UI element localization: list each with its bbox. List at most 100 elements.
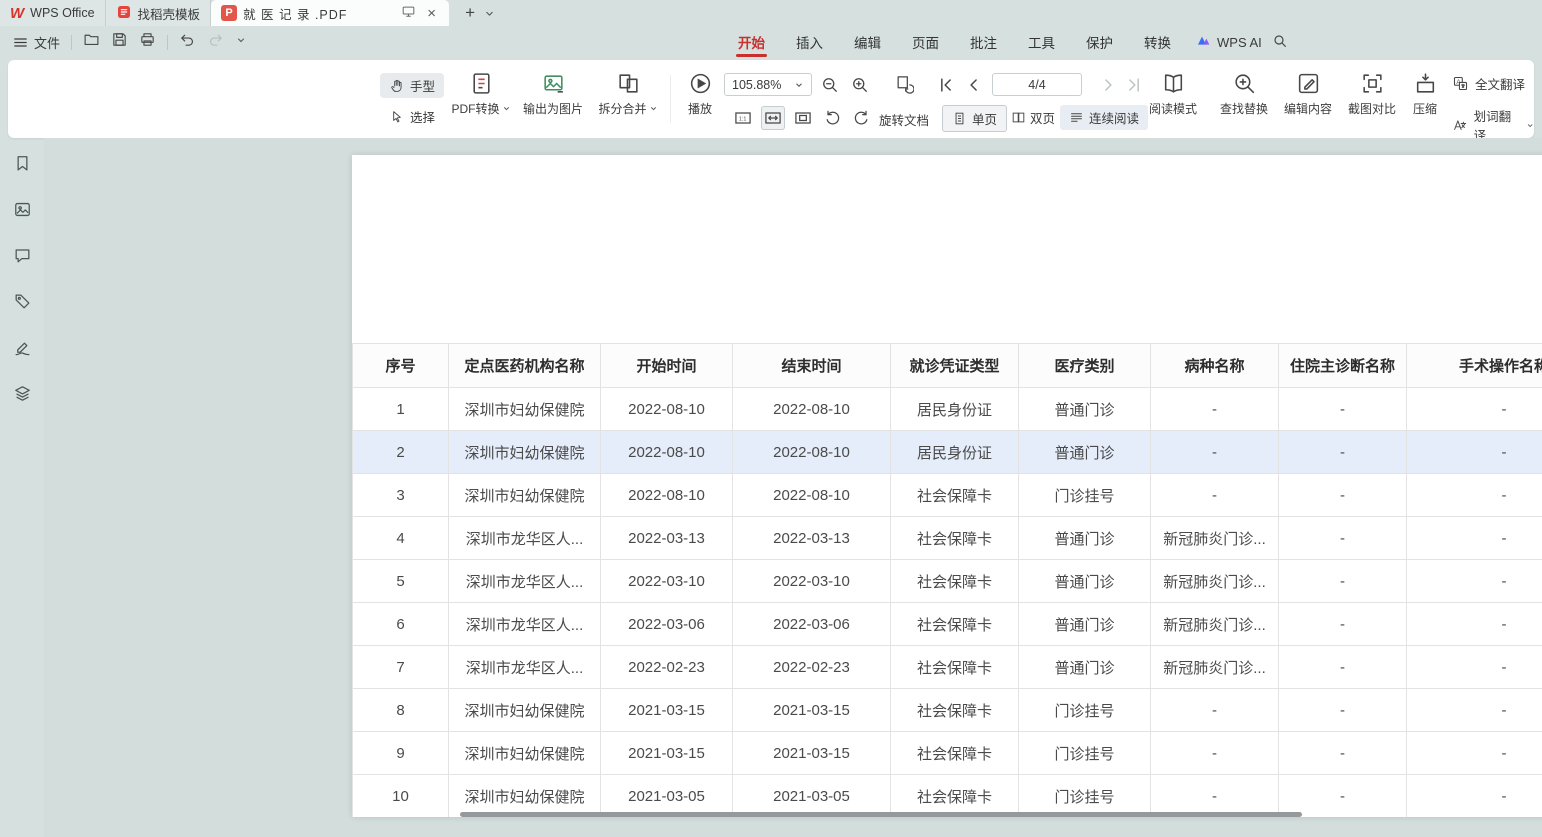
fit-page-refresh-button[interactable] bbox=[892, 72, 916, 96]
table-cell: - bbox=[1407, 474, 1542, 517]
wps-ai-logo-icon bbox=[1196, 34, 1212, 50]
table-cell: 9 bbox=[353, 732, 449, 775]
pdf-convert-label: PDF转换 bbox=[451, 100, 499, 117]
ribbon-tab-convert[interactable]: 转换 bbox=[1144, 26, 1171, 58]
continuous-reading-button[interactable]: 连续阅读 bbox=[1060, 105, 1148, 130]
menu-search-icon[interactable] bbox=[1272, 33, 1288, 54]
table-row: 8深圳市妇幼保健院2021-03-152021-03-15社会保障卡门诊挂号--… bbox=[353, 689, 1542, 732]
undo-icon[interactable] bbox=[179, 31, 196, 53]
ribbon-tab-edit[interactable]: 编辑 bbox=[854, 26, 881, 58]
edit-content-button[interactable]: 编辑内容 bbox=[1278, 71, 1338, 117]
open-folder-icon[interactable] bbox=[83, 31, 100, 53]
ribbon-tab-page[interactable]: 页面 bbox=[912, 26, 939, 58]
table-cell: - bbox=[1407, 775, 1542, 818]
find-replace-button[interactable]: 查找替换 bbox=[1214, 71, 1274, 117]
attachment-tag-icon[interactable] bbox=[13, 292, 32, 316]
compress-button[interactable]: 压缩 bbox=[1402, 71, 1448, 117]
zoom-out-icon bbox=[820, 75, 840, 95]
column-header: 序号 bbox=[353, 344, 449, 388]
table-cell: - bbox=[1279, 431, 1407, 474]
table-cell: 2022-03-06 bbox=[601, 603, 733, 646]
pdf-convert-button[interactable]: PDF转换 bbox=[446, 71, 516, 117]
tab-docer-templates[interactable]: 找稻壳模板 bbox=[106, 0, 212, 26]
redo-icon[interactable] bbox=[207, 31, 224, 53]
screenshot-compare-icon bbox=[1360, 71, 1385, 96]
single-page-button[interactable]: 单页 bbox=[942, 105, 1007, 132]
fit-width-button[interactable] bbox=[761, 106, 785, 130]
export-image-button[interactable]: 输出为图片 bbox=[514, 71, 592, 117]
table-cell: 2021-03-15 bbox=[601, 732, 733, 775]
comment-icon[interactable] bbox=[13, 246, 32, 270]
monitor-icon[interactable] bbox=[401, 4, 416, 22]
split-merge-button[interactable]: 拆分合并 bbox=[590, 71, 666, 117]
table-row: 3深圳市妇幼保健院2022-08-102022-08-10社会保障卡门诊挂号--… bbox=[353, 474, 1542, 517]
table-cell: - bbox=[1407, 732, 1542, 775]
ribbon-tab-tools[interactable]: 工具 bbox=[1028, 26, 1055, 58]
first-page-button[interactable] bbox=[934, 73, 958, 97]
export-image-label: 输出为图片 bbox=[523, 100, 583, 117]
zoom-select[interactable]: 105.88% bbox=[724, 73, 812, 96]
zoom-in-button[interactable] bbox=[848, 73, 872, 97]
tab-list-chevron-icon[interactable] bbox=[483, 0, 496, 26]
table-cell: 2022-03-13 bbox=[733, 517, 891, 560]
file-menu[interactable]: 文件 bbox=[12, 33, 60, 52]
split-merge-label: 拆分合并 bbox=[598, 100, 646, 117]
last-page-button[interactable] bbox=[1122, 73, 1146, 97]
signature-pen-icon[interactable] bbox=[13, 338, 32, 362]
table-row: 6深圳市龙华区人...2022-03-062022-03-06社会保障卡普通门诊… bbox=[353, 603, 1542, 646]
table-header-row: 序号 定点医药机构名称 开始时间 结束时间 就诊凭证类型 医疗类别 病种名称 住… bbox=[353, 344, 1542, 388]
bookmark-icon[interactable] bbox=[13, 154, 32, 178]
fit-page-icon bbox=[793, 108, 813, 128]
table-cell: 5 bbox=[353, 560, 449, 603]
undo-history-chevron-icon[interactable] bbox=[235, 33, 247, 51]
table-cell: - bbox=[1279, 517, 1407, 560]
table-cell: 普通门诊 bbox=[1019, 646, 1151, 689]
horizontal-scrollbar[interactable] bbox=[460, 812, 1302, 817]
document-area: 序号 定点医药机构名称 开始时间 结束时间 就诊凭证类型 医疗类别 病种名称 住… bbox=[44, 138, 1542, 837]
page-indicator-input[interactable]: 4/4 bbox=[992, 73, 1082, 96]
table-row: 9深圳市妇幼保健院2021-03-152021-03-15社会保障卡门诊挂号--… bbox=[353, 732, 1542, 775]
save-icon[interactable] bbox=[111, 31, 128, 53]
ribbon-tab-insert[interactable]: 插入 bbox=[796, 26, 823, 58]
rotate-doc-label[interactable]: 旋转文档 bbox=[879, 110, 929, 129]
new-tab-button[interactable]: + bbox=[457, 0, 483, 26]
fit-page-button[interactable] bbox=[791, 106, 815, 130]
table-cell: - bbox=[1279, 474, 1407, 517]
tab-close-icon[interactable]: × bbox=[424, 5, 439, 22]
wps-ai-button[interactable]: WPS AI bbox=[1196, 26, 1262, 58]
select-tool-button[interactable]: 选择 bbox=[380, 104, 444, 129]
table-cell: - bbox=[1151, 474, 1279, 517]
hand-tool-button[interactable]: 手型 bbox=[380, 73, 444, 98]
play-button[interactable]: 播放 bbox=[676, 71, 724, 117]
pdf-file-icon: P bbox=[221, 5, 237, 21]
previous-page-button[interactable] bbox=[962, 73, 986, 97]
column-header: 就诊凭证类型 bbox=[891, 344, 1019, 388]
read-mode-button[interactable]: 阅读模式 bbox=[1144, 71, 1202, 117]
actual-size-button[interactable]: 1:1 bbox=[731, 106, 755, 130]
next-page-button[interactable] bbox=[1096, 73, 1120, 97]
tab-wps-office[interactable]: W WPS Office bbox=[0, 0, 106, 26]
full-translate-button[interactable]: A 全文翻译 bbox=[1452, 74, 1525, 93]
table-cell: 2022-08-10 bbox=[601, 474, 733, 517]
screenshot-compare-button[interactable]: 截图对比 bbox=[1342, 71, 1402, 117]
table-cell: 7 bbox=[353, 646, 449, 689]
ribbon-tab-protect[interactable]: 保护 bbox=[1086, 26, 1113, 58]
thumbnail-icon[interactable] bbox=[13, 200, 32, 224]
rotate-right-button[interactable] bbox=[849, 106, 873, 130]
divider bbox=[71, 35, 72, 50]
print-icon[interactable] bbox=[139, 31, 156, 53]
table-cell: 社会保障卡 bbox=[891, 560, 1019, 603]
rotate-left-button[interactable] bbox=[821, 106, 845, 130]
table-cell: 门诊挂号 bbox=[1019, 775, 1151, 818]
table-cell: 2022-03-10 bbox=[733, 560, 891, 603]
actual-size-icon: 1:1 bbox=[733, 108, 753, 128]
layers-icon[interactable] bbox=[13, 384, 32, 408]
ribbon-tab-annotate[interactable]: 批注 bbox=[970, 26, 997, 58]
tab-document-active[interactable]: P 就 医 记 录 .PDF × bbox=[211, 0, 449, 26]
previous-page-icon bbox=[964, 75, 984, 95]
table-cell: 4 bbox=[353, 517, 449, 560]
column-header: 住院主诊断名称 bbox=[1279, 344, 1407, 388]
table-cell: - bbox=[1407, 560, 1542, 603]
zoom-out-button[interactable] bbox=[818, 73, 842, 97]
ribbon-tab-home[interactable]: 开始 bbox=[738, 26, 765, 58]
